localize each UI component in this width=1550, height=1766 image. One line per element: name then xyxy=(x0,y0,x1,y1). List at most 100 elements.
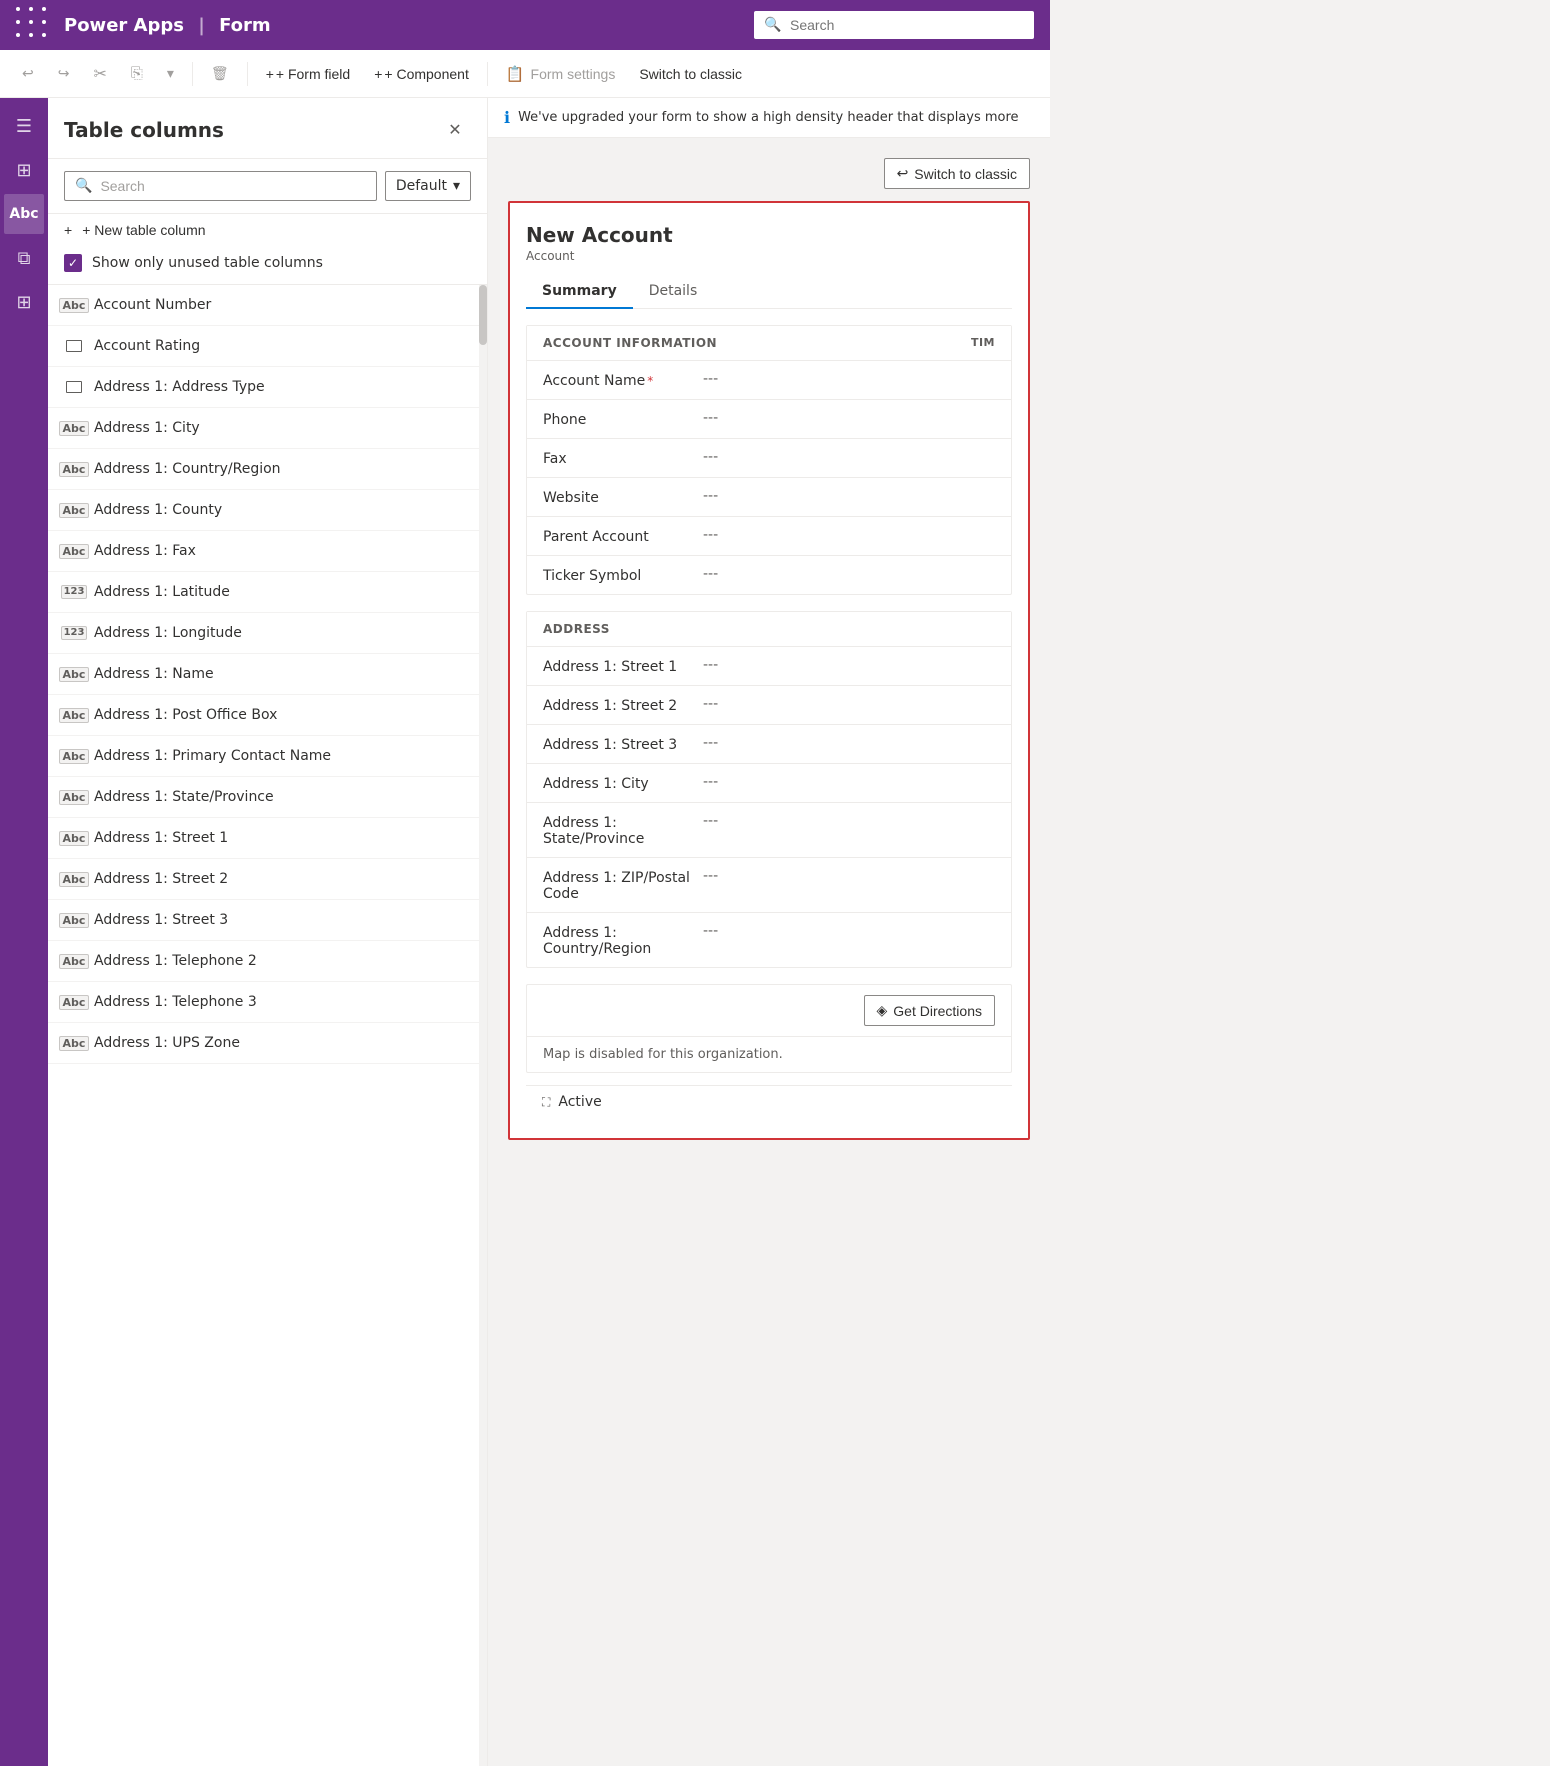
show-unused-row[interactable]: ✓ Show only unused table columns xyxy=(48,246,487,285)
add-component-button[interactable]: + + Component xyxy=(364,60,479,88)
field-value-street3: --- xyxy=(703,735,718,751)
switch-to-classic-button[interactable]: ↩ Switch to classic xyxy=(884,158,1030,189)
paste-button[interactable]: ⎘ xyxy=(121,59,153,88)
list-item[interactable]: Abc Address 1: UPS Zone xyxy=(48,1023,487,1064)
table-columns-panel: Table columns ✕ 🔍 Default ▾ + + New tabl… xyxy=(48,98,488,1766)
column-type-icon: Abc xyxy=(64,459,84,479)
list-item[interactable]: Abc Account Number xyxy=(48,285,487,326)
field-label-parent-account: Parent Account xyxy=(543,527,703,545)
cut-button[interactable]: ✂ xyxy=(83,58,116,90)
table-row: Ticker Symbol --- xyxy=(527,555,1011,594)
field-value-phone: --- xyxy=(703,410,718,426)
list-item[interactable]: 123 Address 1: Latitude xyxy=(48,572,487,613)
field-label-street1: Address 1: Street 1 xyxy=(543,657,703,675)
add-form-field-button[interactable]: + + Form field xyxy=(256,60,361,88)
column-type-icon: Abc xyxy=(64,664,84,684)
column-name: Address 1: Latitude xyxy=(94,584,230,600)
paste-icon: ⎘ xyxy=(131,65,143,82)
account-info-header: ACCOUNT INFORMATION Tim xyxy=(527,326,1011,360)
cut-icon: ✂ xyxy=(93,64,106,84)
field-value-zip: --- xyxy=(703,868,718,884)
components-icon[interactable]: ⊞ xyxy=(4,282,44,322)
tab-details[interactable]: Details xyxy=(633,275,714,309)
expand-icon: ⛶ xyxy=(542,1095,550,1110)
column-name: Account Number xyxy=(94,297,211,313)
search-icon-panel: 🔍 xyxy=(75,178,92,194)
abc-icon: Abc xyxy=(59,708,90,723)
field-label-ticker-symbol: Ticker Symbol xyxy=(543,566,703,584)
close-panel-button[interactable]: ✕ xyxy=(439,114,471,146)
abc-icon: Abc xyxy=(59,503,90,518)
search-container: 🔍 xyxy=(754,11,1034,39)
column-name: Address 1: Primary Contact Name xyxy=(94,748,331,764)
topbar: Power Apps | Form 🔍 xyxy=(0,0,1050,50)
list-item[interactable]: Account Rating xyxy=(48,326,487,367)
new-table-column-button[interactable]: + + New table column xyxy=(48,214,487,246)
list-item[interactable]: Abc Address 1: Primary Contact Name xyxy=(48,736,487,777)
list-item[interactable]: Abc Address 1: Street 2 xyxy=(48,859,487,900)
field-value-country: --- xyxy=(703,923,718,939)
list-item[interactable]: Abc Address 1: Telephone 3 xyxy=(48,982,487,1023)
table-row: Address 1: Street 2 --- xyxy=(527,685,1011,724)
switch-classic-label: Switch to classic xyxy=(914,166,1017,182)
column-type-icon xyxy=(64,377,84,397)
list-item[interactable]: Abc Address 1: Post Office Box xyxy=(48,695,487,736)
dropdown-button[interactable]: ▾ xyxy=(157,59,184,88)
column-name: Address 1: Name xyxy=(94,666,214,682)
form-field-label: + Form field xyxy=(276,66,350,82)
undo-button[interactable]: ↩ xyxy=(12,59,44,88)
apps-grid-icon[interactable] xyxy=(16,7,52,43)
hamburger-menu-icon[interactable]: ☰ xyxy=(4,106,44,146)
list-item[interactable]: Abc Address 1: Telephone 2 xyxy=(48,941,487,982)
separator xyxy=(192,62,193,86)
list-item[interactable]: Abc Address 1: State/Province xyxy=(48,777,487,818)
left-icon-bar: ☰ ⊞ Abc ⧉ ⊞ xyxy=(0,98,48,1766)
form-card: New Account Account Summary Details ACCO… xyxy=(508,201,1030,1140)
main-layout: ☰ ⊞ Abc ⧉ ⊞ Table columns ✕ 🔍 Default ▾ … xyxy=(0,98,1050,1766)
delete-button[interactable]: 🗑 xyxy=(201,59,239,88)
column-name: Address 1: City xyxy=(94,420,200,436)
field-value-account-name: --- xyxy=(703,371,718,387)
switch-classic-button[interactable]: Switch to classic xyxy=(629,60,752,88)
field-label-country: Address 1: Country/Region xyxy=(543,923,703,957)
layers-icon[interactable]: ⧉ xyxy=(4,238,44,278)
list-item[interactable]: Abc Address 1: Fax xyxy=(48,531,487,572)
list-item[interactable]: 123 Address 1: Longitude xyxy=(48,613,487,654)
column-type-icon: Abc xyxy=(64,828,84,848)
list-item[interactable]: Abc Address 1: Name xyxy=(48,654,487,695)
abc-icon: Abc xyxy=(59,298,90,313)
global-search-input[interactable] xyxy=(754,11,1034,39)
column-name: Address 1: Post Office Box xyxy=(94,707,277,723)
list-item[interactable]: Abc Address 1: County xyxy=(48,490,487,531)
get-directions-button[interactable]: ◈ Get Directions xyxy=(864,995,995,1026)
search-wrapper: 🔍 xyxy=(64,171,377,201)
form-icon[interactable]: Abc xyxy=(4,194,44,234)
field-label-account-name: Account Name* xyxy=(543,371,703,389)
abc-icon: Abc xyxy=(59,462,90,477)
abc-icon: Abc xyxy=(59,831,90,846)
list-item[interactable]: Abc Address 1: Country/Region xyxy=(48,449,487,490)
tab-summary[interactable]: Summary xyxy=(526,275,633,309)
required-indicator: * xyxy=(647,374,653,388)
abc-icon: Abc xyxy=(59,995,90,1010)
form-tabs: Summary Details xyxy=(526,275,1012,309)
abc-icon: Abc xyxy=(59,872,90,887)
column-type-icon xyxy=(64,336,84,356)
map-toolbar: ◈ Get Directions xyxy=(527,985,1011,1037)
column-name: Address 1: Street 1 xyxy=(94,830,228,846)
list-item[interactable]: Abc Address 1: City xyxy=(48,408,487,449)
filter-dropdown[interactable]: Default ▾ xyxy=(385,171,471,201)
column-name: Address 1: UPS Zone xyxy=(94,1035,240,1051)
list-item[interactable]: Address 1: Address Type xyxy=(48,367,487,408)
table-row: Fax --- xyxy=(527,438,1011,477)
field-value-city: --- xyxy=(703,774,718,790)
list-item[interactable]: Abc Address 1: Street 1 xyxy=(48,818,487,859)
show-unused-checkbox[interactable]: ✓ xyxy=(64,254,82,272)
field-value-state: --- xyxy=(703,813,718,829)
form-settings-button[interactable]: 📋 Form settings xyxy=(496,59,626,89)
list-item[interactable]: Abc Address 1: Street 3 xyxy=(48,900,487,941)
form-settings-label: Form settings xyxy=(531,66,616,82)
dashboard-icon[interactable]: ⊞ xyxy=(4,150,44,190)
redo-button[interactable]: ↪ xyxy=(48,59,80,88)
columns-search-input[interactable] xyxy=(100,178,365,194)
